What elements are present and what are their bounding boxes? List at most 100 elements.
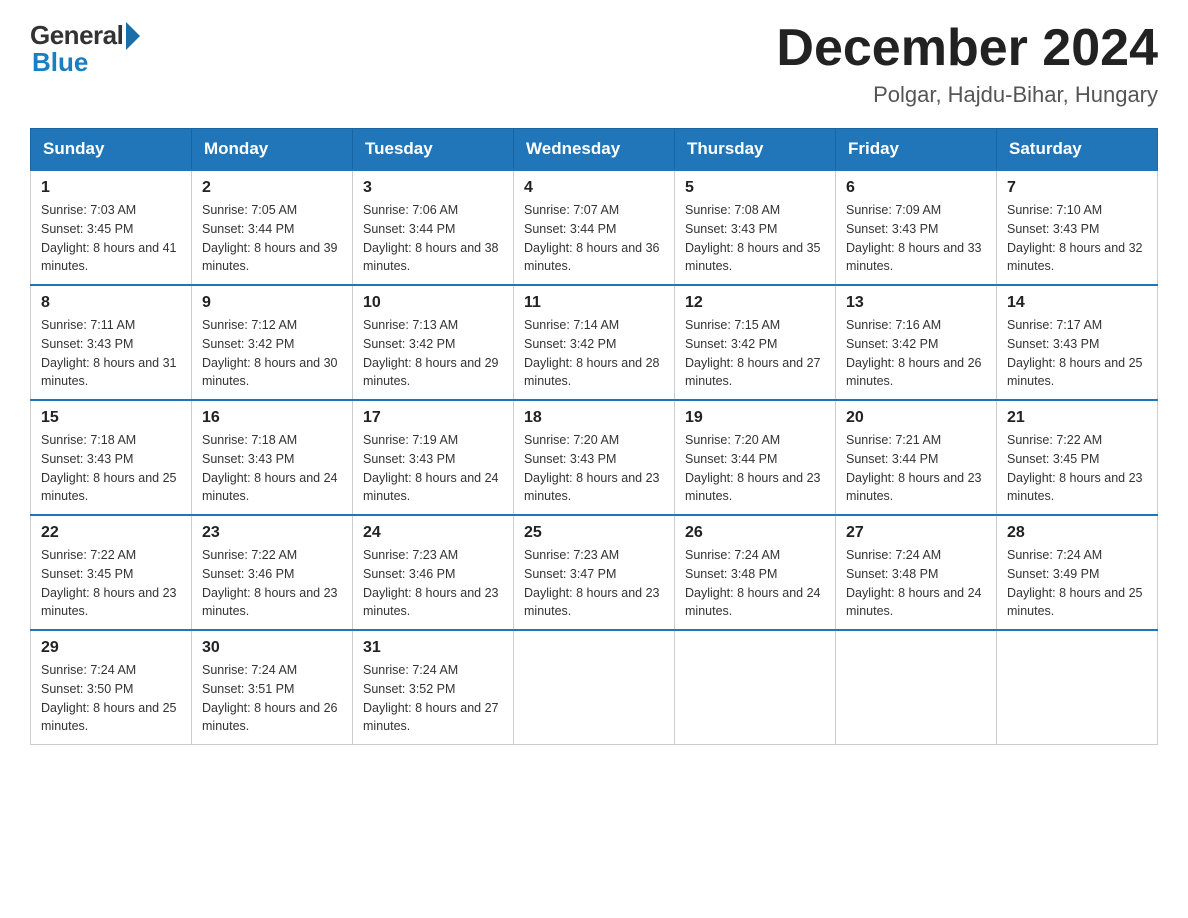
day-info: Sunrise: 7:18 AMSunset: 3:43 PMDaylight:… <box>41 431 181 506</box>
logo-blue-text: Blue <box>32 47 88 78</box>
calendar-cell: 11 Sunrise: 7:14 AMSunset: 3:42 PMDayligh… <box>514 285 675 400</box>
day-info: Sunrise: 7:19 AMSunset: 3:43 PMDaylight:… <box>363 431 503 506</box>
calendar-table: SundayMondayTuesdayWednesdayThursdayFrid… <box>30 128 1158 745</box>
calendar-header-row: SundayMondayTuesdayWednesdayThursdayFrid… <box>31 129 1158 171</box>
week-row-4: 22 Sunrise: 7:22 AMSunset: 3:45 PMDayligh… <box>31 515 1158 630</box>
day-info: Sunrise: 7:24 AMSunset: 3:50 PMDaylight:… <box>41 661 181 736</box>
week-row-5: 29 Sunrise: 7:24 AMSunset: 3:50 PMDayligh… <box>31 630 1158 745</box>
calendar-cell: 27 Sunrise: 7:24 AMSunset: 3:48 PMDayligh… <box>836 515 997 630</box>
calendar-cell: 23 Sunrise: 7:22 AMSunset: 3:46 PMDayligh… <box>192 515 353 630</box>
day-number: 28 <box>1007 524 1147 542</box>
col-header-tuesday: Tuesday <box>353 129 514 171</box>
col-header-sunday: Sunday <box>31 129 192 171</box>
calendar-cell: 6 Sunrise: 7:09 AMSunset: 3:43 PMDaylight… <box>836 170 997 285</box>
day-info: Sunrise: 7:22 AMSunset: 3:45 PMDaylight:… <box>41 546 181 621</box>
day-number: 17 <box>363 409 503 427</box>
calendar-cell <box>675 630 836 745</box>
col-header-wednesday: Wednesday <box>514 129 675 171</box>
day-number: 30 <box>202 639 342 657</box>
calendar-cell <box>836 630 997 745</box>
day-info: Sunrise: 7:05 AMSunset: 3:44 PMDaylight:… <box>202 201 342 276</box>
calendar-cell: 12 Sunrise: 7:15 AMSunset: 3:42 PMDayligh… <box>675 285 836 400</box>
day-info: Sunrise: 7:12 AMSunset: 3:42 PMDaylight:… <box>202 316 342 391</box>
day-number: 22 <box>41 524 181 542</box>
day-info: Sunrise: 7:09 AMSunset: 3:43 PMDaylight:… <box>846 201 986 276</box>
day-number: 12 <box>685 294 825 312</box>
day-number: 13 <box>846 294 986 312</box>
day-number: 27 <box>846 524 986 542</box>
day-number: 29 <box>41 639 181 657</box>
day-number: 23 <box>202 524 342 542</box>
calendar-cell: 5Sunrise: 7:08 AMSunset: 3:43 PMDaylight… <box>675 170 836 285</box>
day-number: 21 <box>1007 409 1147 427</box>
day-info: Sunrise: 7:18 AMSunset: 3:43 PMDaylight:… <box>202 431 342 506</box>
calendar-cell <box>514 630 675 745</box>
day-number: 31 <box>363 639 503 657</box>
day-number: 6 <box>846 179 986 197</box>
week-row-3: 15 Sunrise: 7:18 AMSunset: 3:43 PMDayligh… <box>31 400 1158 515</box>
day-info: Sunrise: 7:22 AMSunset: 3:46 PMDaylight:… <box>202 546 342 621</box>
col-header-monday: Monday <box>192 129 353 171</box>
calendar-cell: 13 Sunrise: 7:16 AMSunset: 3:42 PMDayligh… <box>836 285 997 400</box>
calendar-cell: 4 Sunrise: 7:07 AMSunset: 3:44 PMDaylight… <box>514 170 675 285</box>
day-number: 26 <box>685 524 825 542</box>
day-info: Sunrise: 7:23 AMSunset: 3:47 PMDaylight:… <box>524 546 664 621</box>
calendar-cell: 26 Sunrise: 7:24 AMSunset: 3:48 PMDayligh… <box>675 515 836 630</box>
col-header-thursday: Thursday <box>675 129 836 171</box>
day-number: 1 <box>41 179 181 197</box>
day-number: 25 <box>524 524 664 542</box>
week-row-1: 1Sunrise: 7:03 AMSunset: 3:45 PMDaylight… <box>31 170 1158 285</box>
day-info: Sunrise: 7:11 AMSunset: 3:43 PMDaylight:… <box>41 316 181 391</box>
day-number: 18 <box>524 409 664 427</box>
day-info: Sunrise: 7:21 AMSunset: 3:44 PMDaylight:… <box>846 431 986 506</box>
calendar-cell: 14Sunrise: 7:17 AMSunset: 3:43 PMDayligh… <box>997 285 1158 400</box>
calendar-cell: 17 Sunrise: 7:19 AMSunset: 3:43 PMDayligh… <box>353 400 514 515</box>
calendar-cell: 7 Sunrise: 7:10 AMSunset: 3:43 PMDaylight… <box>997 170 1158 285</box>
col-header-saturday: Saturday <box>997 129 1158 171</box>
logo: General Blue <box>30 20 140 78</box>
day-info: Sunrise: 7:13 AMSunset: 3:42 PMDaylight:… <box>363 316 503 391</box>
calendar-cell <box>997 630 1158 745</box>
calendar-cell: 18 Sunrise: 7:20 AMSunset: 3:43 PMDayligh… <box>514 400 675 515</box>
day-info: Sunrise: 7:20 AMSunset: 3:43 PMDaylight:… <box>524 431 664 506</box>
day-number: 16 <box>202 409 342 427</box>
calendar-cell: 1Sunrise: 7:03 AMSunset: 3:45 PMDaylight… <box>31 170 192 285</box>
day-number: 2 <box>202 179 342 197</box>
day-info: Sunrise: 7:24 AMSunset: 3:52 PMDaylight:… <box>363 661 503 736</box>
calendar-subtitle: Polgar, Hajdu-Bihar, Hungary <box>776 82 1158 108</box>
calendar-cell: 9Sunrise: 7:12 AMSunset: 3:42 PMDaylight… <box>192 285 353 400</box>
calendar-cell: 30Sunrise: 7:24 AMSunset: 3:51 PMDayligh… <box>192 630 353 745</box>
day-number: 15 <box>41 409 181 427</box>
calendar-title: December 2024 <box>776 20 1158 77</box>
title-section: December 2024 Polgar, Hajdu-Bihar, Hunga… <box>776 20 1158 108</box>
calendar-cell: 2 Sunrise: 7:05 AMSunset: 3:44 PMDaylight… <box>192 170 353 285</box>
calendar-cell: 25 Sunrise: 7:23 AMSunset: 3:47 PMDayligh… <box>514 515 675 630</box>
day-number: 8 <box>41 294 181 312</box>
calendar-cell: 8 Sunrise: 7:11 AMSunset: 3:43 PMDaylight… <box>31 285 192 400</box>
calendar-cell: 19Sunrise: 7:20 AMSunset: 3:44 PMDayligh… <box>675 400 836 515</box>
day-info: Sunrise: 7:16 AMSunset: 3:42 PMDaylight:… <box>846 316 986 391</box>
day-info: Sunrise: 7:24 AMSunset: 3:48 PMDaylight:… <box>846 546 986 621</box>
day-number: 3 <box>363 179 503 197</box>
day-info: Sunrise: 7:10 AMSunset: 3:43 PMDaylight:… <box>1007 201 1147 276</box>
day-info: Sunrise: 7:24 AMSunset: 3:48 PMDaylight:… <box>685 546 825 621</box>
day-info: Sunrise: 7:07 AMSunset: 3:44 PMDaylight:… <box>524 201 664 276</box>
day-number: 4 <box>524 179 664 197</box>
page-header: General Blue December 2024 Polgar, Hajdu… <box>30 20 1158 108</box>
day-number: 11 <box>524 294 664 312</box>
day-number: 14 <box>1007 294 1147 312</box>
logo-triangle-icon <box>126 22 140 50</box>
day-info: Sunrise: 7:23 AMSunset: 3:46 PMDaylight:… <box>363 546 503 621</box>
day-info: Sunrise: 7:08 AMSunset: 3:43 PMDaylight:… <box>685 201 825 276</box>
calendar-cell: 29 Sunrise: 7:24 AMSunset: 3:50 PMDayligh… <box>31 630 192 745</box>
calendar-cell: 31 Sunrise: 7:24 AMSunset: 3:52 PMDayligh… <box>353 630 514 745</box>
day-number: 10 <box>363 294 503 312</box>
calendar-cell: 3 Sunrise: 7:06 AMSunset: 3:44 PMDaylight… <box>353 170 514 285</box>
day-number: 7 <box>1007 179 1147 197</box>
day-info: Sunrise: 7:15 AMSunset: 3:42 PMDaylight:… <box>685 316 825 391</box>
calendar-cell: 16 Sunrise: 7:18 AMSunset: 3:43 PMDayligh… <box>192 400 353 515</box>
calendar-cell: 20Sunrise: 7:21 AMSunset: 3:44 PMDayligh… <box>836 400 997 515</box>
day-info: Sunrise: 7:06 AMSunset: 3:44 PMDaylight:… <box>363 201 503 276</box>
day-info: Sunrise: 7:14 AMSunset: 3:42 PMDaylight:… <box>524 316 664 391</box>
day-info: Sunrise: 7:24 AMSunset: 3:49 PMDaylight:… <box>1007 546 1147 621</box>
